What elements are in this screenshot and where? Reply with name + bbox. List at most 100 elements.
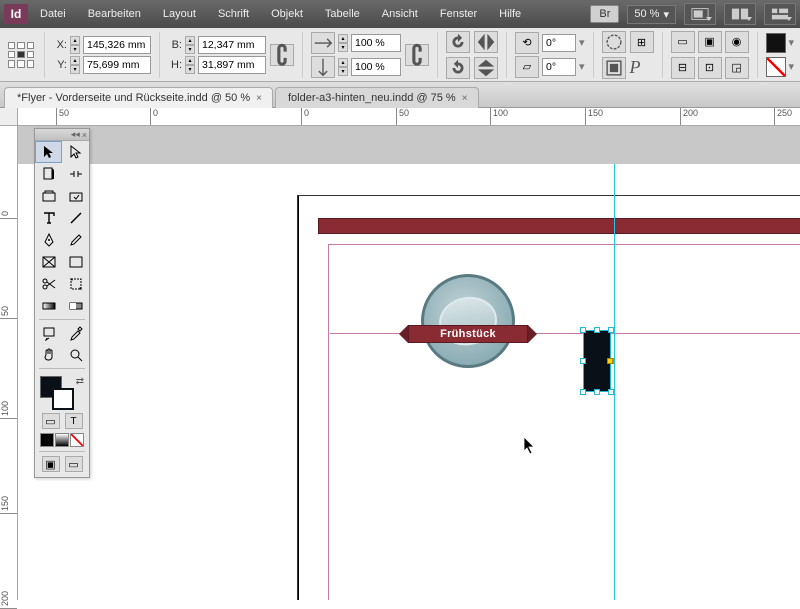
workspace-switcher-button[interactable]: [764, 3, 796, 25]
type-tool[interactable]: [35, 207, 62, 229]
ruler-origin[interactable]: [0, 108, 18, 126]
free-transform-tool[interactable]: [62, 273, 89, 295]
content-collector-tool[interactable]: [35, 185, 62, 207]
rotate-ccw-button[interactable]: [446, 31, 470, 53]
selection-tool[interactable]: [35, 141, 62, 163]
app-logo-indesign: Id: [4, 4, 28, 24]
menu-datei[interactable]: Datei: [30, 4, 76, 24]
menu-ansicht[interactable]: Ansicht: [372, 4, 428, 24]
tools-panel[interactable]: ◂◂× ⇄ ▭ T: [34, 128, 90, 478]
eyedropper-tool[interactable]: [62, 322, 89, 344]
resize-handle[interactable]: [594, 389, 600, 395]
resize-handle[interactable]: [580, 389, 586, 395]
select-content-button[interactable]: [602, 57, 626, 79]
character-panel-icon[interactable]: P: [630, 57, 654, 78]
logo-badge[interactable]: [421, 274, 515, 368]
width-label: B:: [168, 39, 182, 51]
zoom-tool[interactable]: [62, 344, 89, 366]
wrap-none-button[interactable]: ▭: [671, 31, 695, 53]
gradient-feather-tool[interactable]: [62, 295, 89, 317]
horizontal-ruler[interactable]: 150100500050100150200250: [18, 108, 800, 126]
screen-mode-button[interactable]: [684, 3, 716, 25]
apply-gradient-button[interactable]: [55, 433, 69, 447]
ribbon-label[interactable]: Frühstück: [408, 325, 528, 343]
resize-handle[interactable]: [580, 358, 586, 364]
close-icon[interactable]: ×: [256, 93, 262, 104]
stroke-swatch[interactable]: [766, 57, 786, 77]
canvas-area[interactable]: Frühstück: [18, 126, 800, 600]
apply-color-button[interactable]: [40, 433, 54, 447]
zoom-level-select[interactable]: 50 %▾: [627, 5, 676, 24]
menu-fenster[interactable]: Fenster: [430, 4, 487, 24]
gap-tool[interactable]: [62, 163, 89, 185]
resize-handle[interactable]: [580, 327, 586, 333]
wrap-column-button[interactable]: ⊡: [698, 57, 722, 79]
scale-x-icon: [311, 32, 335, 54]
menu-layout[interactable]: Layout: [153, 4, 206, 24]
direct-selection-tool[interactable]: [62, 141, 89, 163]
vertical-guide[interactable]: [614, 164, 615, 600]
menu-bearbeiten[interactable]: Bearbeiten: [78, 4, 151, 24]
close-icon[interactable]: ×: [462, 93, 468, 104]
bridge-button[interactable]: Br: [590, 5, 619, 23]
height-input[interactable]: 31,897 mm: [198, 56, 266, 74]
menu-objekt[interactable]: Objekt: [261, 4, 313, 24]
resize-handle[interactable]: [608, 327, 614, 333]
formatting-text-button[interactable]: T: [65, 413, 83, 429]
width-input[interactable]: 12,347 mm: [198, 36, 266, 54]
y-label: Y:: [53, 59, 67, 71]
arrange-documents-button[interactable]: [724, 3, 756, 25]
x-position-input[interactable]: 145,326 mm: [83, 36, 151, 54]
flip-vertical-button[interactable]: [474, 57, 498, 79]
corner-options-button[interactable]: ◲: [725, 57, 749, 79]
page-tool[interactable]: [35, 163, 62, 185]
panel-header[interactable]: ◂◂×: [35, 129, 89, 141]
shear-input[interactable]: 0°: [542, 58, 576, 76]
constrain-wh-icon[interactable]: [270, 44, 294, 66]
reference-point-selector[interactable]: [6, 40, 36, 70]
stroke-color[interactable]: [52, 388, 74, 410]
line-tool[interactable]: [62, 207, 89, 229]
menu-hilfe[interactable]: Hilfe: [489, 4, 531, 24]
rotation-angle-icon: ⟲: [515, 32, 539, 54]
rotation-input[interactable]: 0°: [542, 34, 576, 52]
view-mode-preview-button[interactable]: ▭: [65, 456, 83, 472]
rotate-cw-button[interactable]: [446, 57, 470, 79]
menu-schrift[interactable]: Schrift: [208, 4, 259, 24]
vertical-ruler[interactable]: 050100150200: [0, 126, 18, 600]
scale-y-input[interactable]: 100 %: [351, 58, 401, 76]
y-position-input[interactable]: 75,699 mm: [83, 56, 151, 74]
app-menubar: Id Datei Bearbeiten Layout Schrift Objek…: [0, 0, 800, 28]
control-panel: X:▴▾145,326 mm Y:▴▾75,699 mm B:▴▾12,347 …: [0, 28, 800, 82]
constrain-scale-icon[interactable]: [405, 44, 429, 66]
apply-none-button[interactable]: [70, 433, 84, 447]
note-tool[interactable]: [35, 322, 62, 344]
fit-content-button[interactable]: ⊞: [630, 31, 654, 53]
gradient-swatch-tool[interactable]: [35, 295, 62, 317]
resize-handle[interactable]: [608, 389, 614, 395]
pencil-tool[interactable]: [62, 229, 89, 251]
pen-tool[interactable]: [35, 229, 62, 251]
wrap-bounding-button[interactable]: ▣: [698, 31, 722, 53]
scissors-tool[interactable]: [35, 273, 62, 295]
document-tab-active[interactable]: *Flyer - Vorderseite und Rückseite.indd …: [4, 87, 273, 108]
view-mode-normal-button[interactable]: ▣: [42, 456, 60, 472]
rectangle-frame-tool[interactable]: [35, 251, 62, 273]
fill-stroke-swatches[interactable]: ⇄: [38, 374, 86, 408]
document-tab[interactable]: folder-a3-hinten_neu.indd @ 75 %×: [275, 87, 479, 108]
hand-tool[interactable]: [35, 344, 62, 366]
fill-swatch[interactable]: [766, 33, 786, 53]
content-placer-tool[interactable]: [62, 185, 89, 207]
wrap-shape-button[interactable]: ◉: [725, 31, 749, 53]
content-grabber[interactable]: [607, 358, 613, 364]
wrap-jump-button[interactable]: ⊟: [671, 57, 695, 79]
resize-handle[interactable]: [594, 327, 600, 333]
flip-horizontal-button[interactable]: [474, 31, 498, 53]
menu-tabelle[interactable]: Tabelle: [315, 4, 370, 24]
scale-x-input[interactable]: 100 %: [351, 34, 401, 52]
selected-frame[interactable]: [583, 330, 611, 392]
select-container-button[interactable]: [602, 31, 626, 53]
formatting-container-button[interactable]: ▭: [42, 413, 60, 429]
rectangle-tool[interactable]: [62, 251, 89, 273]
swap-fill-stroke-icon[interactable]: ⇄: [76, 376, 84, 387]
